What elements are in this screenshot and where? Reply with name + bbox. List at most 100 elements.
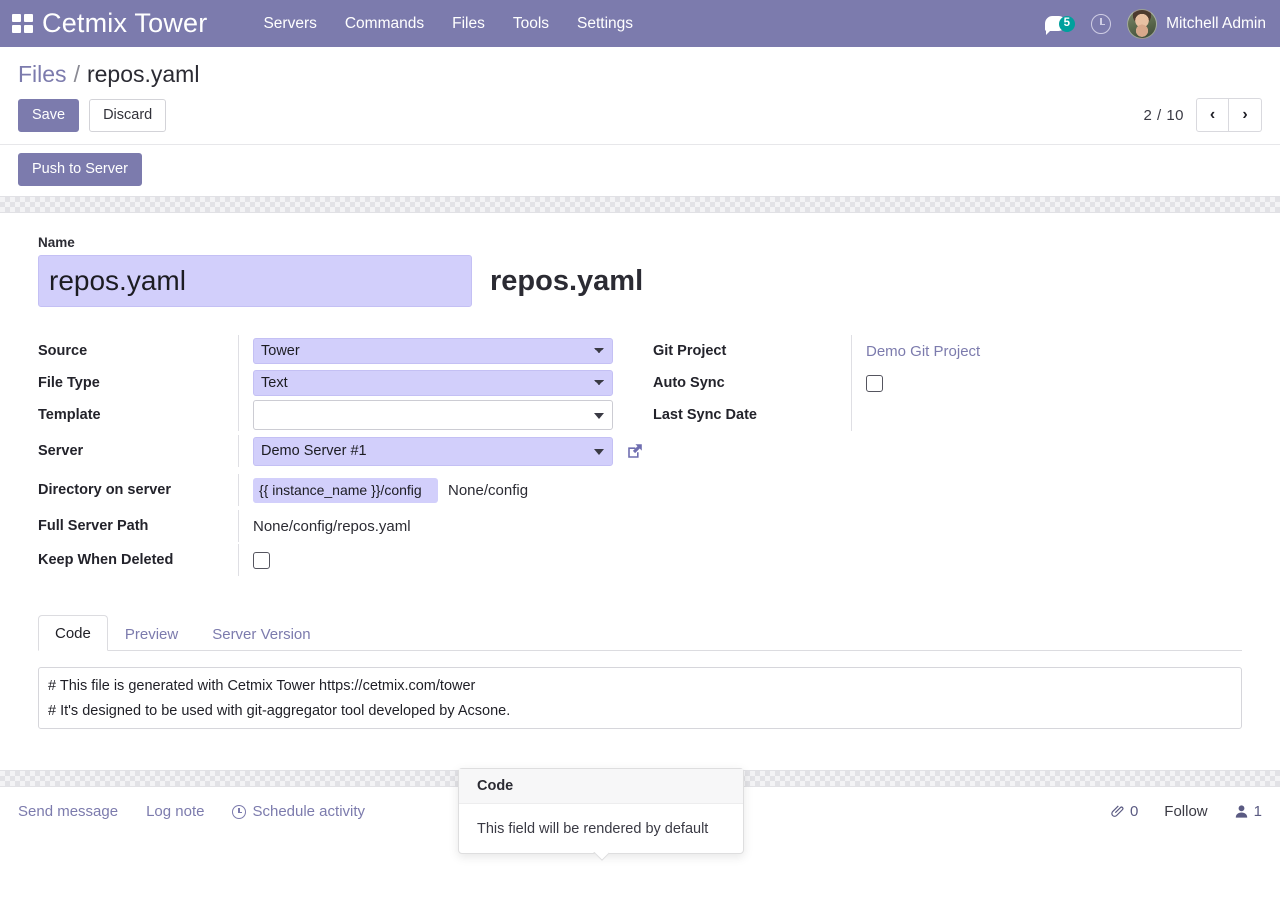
chevron-left-icon[interactable]: ‹ [1196,98,1229,132]
keep-when-deleted-label: Keep When Deleted [38,552,174,568]
breadcrumb-separator: / [73,61,80,87]
file-type-select[interactable]: Text [253,370,613,396]
server-input[interactable] [253,436,613,466]
auto-sync-checkbox[interactable] [866,374,883,392]
field-keep-when-deleted: Keep When Deleted [38,543,638,577]
git-project-value-cell: Demo Git Project [851,335,1083,367]
record-buttons-row: Push to Server [0,145,1280,196]
directory-input[interactable] [253,477,438,503]
field-template: Template [38,399,638,431]
user-icon [1235,805,1247,818]
pager: 2 / 10 ‹ › [1143,98,1262,132]
pager-buttons: ‹ › [1196,98,1262,132]
field-server: Server [38,431,642,471]
user-menu[interactable]: Mitchell Admin [1127,8,1266,39]
field-git-project: Git Project Demo Git Project [653,335,1083,367]
source-select[interactable]: Tower [253,338,613,364]
menu-item-commands[interactable]: Commands [331,9,438,39]
sheet-top-divider [0,196,1280,213]
form-column-left: Source Tower File Type Text Template Ser… [38,335,642,577]
git-project-value[interactable]: Demo Git Project [866,343,980,360]
auto-sync-value-cell [851,367,1083,399]
menu-item-files[interactable]: Files [438,9,499,39]
last-sync-date-label: Last Sync Date [653,407,757,423]
apps-grid-icon[interactable] [8,10,36,38]
control-panel: Files / repos.yaml Save Discard 2 / 10 ‹… [0,47,1280,196]
attachments-button[interactable]: 0 [1110,803,1138,820]
menu-item-settings[interactable]: Settings [563,9,647,39]
tooltip-body: This field will be rendered by default [477,821,709,837]
form-grid: Source Tower File Type Text Template Ser… [38,335,1242,577]
name-input[interactable] [38,255,472,307]
file-type-value-cell: Text [238,367,638,399]
keep-when-deleted-value-cell [238,544,638,576]
field-directory-on-server: Directory on server None/config [38,471,638,509]
field-last-sync-date: Last Sync Date [653,399,1083,431]
field-auto-sync: Auto Sync [653,367,1083,399]
source-label: Source [38,343,88,359]
pager-count: 2 / 10 [1143,106,1184,124]
external-link-icon[interactable] [624,440,646,462]
paperclip-icon [1111,805,1124,817]
record-title: repos.yaml [490,264,644,297]
keep-when-deleted-checkbox[interactable] [253,551,270,569]
apps-grid-cell [11,25,21,33]
last-sync-date-value-cell [851,399,1083,431]
notebook: Code Preview Server Version # This file … [38,615,1242,734]
followers-button[interactable]: 1 [1234,803,1262,820]
source-value-cell: Tower [238,335,638,367]
directory-value-cell: None/config [238,474,638,506]
full-path-label: Full Server Path [38,518,149,534]
apps-grid-cell [23,25,33,33]
template-input-wrap [253,400,613,430]
auto-sync-label: Auto Sync [653,375,725,391]
server-input-wrap [253,436,613,466]
tab-server-version[interactable]: Server Version [195,616,327,651]
apps-grid-cell [11,14,21,22]
form-column-right: Git Project Demo Git Project Auto Sync L… [653,335,1083,577]
tab-code[interactable]: Code [38,615,108,651]
log-note-button[interactable]: Log note [146,803,204,820]
messages-count-badge: 5 [1058,15,1076,32]
main-menu: Servers Commands Files Tools Settings [249,9,647,39]
server-value-cell [238,435,646,467]
file-type-label: File Type [38,375,100,391]
tab-preview[interactable]: Preview [108,616,195,651]
chatter-stats: 0 Follow 1 [1110,803,1262,820]
chevron-right-icon[interactable]: › [1229,98,1262,132]
field-tooltip-popover: Code This field will be rendered by defa… [458,768,744,854]
tooltip-title: Code [459,769,743,804]
breadcrumb: Files / repos.yaml [0,47,1280,92]
chatter-actions: Send message Log note Schedule activity [18,803,365,820]
code-textarea[interactable]: # This file is generated with Cetmix Tow… [38,667,1242,729]
breadcrumb-root[interactable]: Files [18,61,67,88]
schedule-activity-label: Schedule activity [252,803,366,820]
menu-item-tools[interactable]: Tools [499,9,563,39]
directory-resolved-value: None/config [448,481,529,499]
field-source: Source Tower [38,335,638,367]
template-value-cell [238,399,638,431]
brand-title[interactable]: Cetmix Tower [42,8,207,39]
code-tab-page: # This file is generated with Cetmix Tow… [38,651,1242,734]
template-label: Template [38,407,101,423]
clock-icon[interactable] [1091,13,1112,34]
tooltip-arrow-icon [592,852,609,862]
form-sheet: Name repos.yaml Source Tower File Type T… [0,213,1280,854]
followers-count: 1 [1253,803,1262,820]
avatar [1127,8,1158,39]
save-button[interactable]: Save [18,98,80,132]
apps-grid-cell [23,14,33,22]
navbar-systray: 5 Mitchell Admin [1044,8,1266,39]
field-file-type: File Type Text [38,367,638,399]
template-input[interactable] [253,400,613,430]
send-message-button[interactable]: Send message [18,803,118,820]
discard-button[interactable]: Discard [89,98,167,132]
directory-label: Directory on server [38,482,171,498]
push-to-server-button[interactable]: Push to Server [18,153,142,186]
menu-item-servers[interactable]: Servers [249,9,330,39]
schedule-activity-button[interactable]: Schedule activity [232,803,365,820]
follow-button[interactable]: Follow [1164,803,1207,820]
clock-icon [232,804,247,819]
attachment-count: 0 [1129,803,1139,820]
messages-button[interactable]: 5 [1044,15,1076,35]
